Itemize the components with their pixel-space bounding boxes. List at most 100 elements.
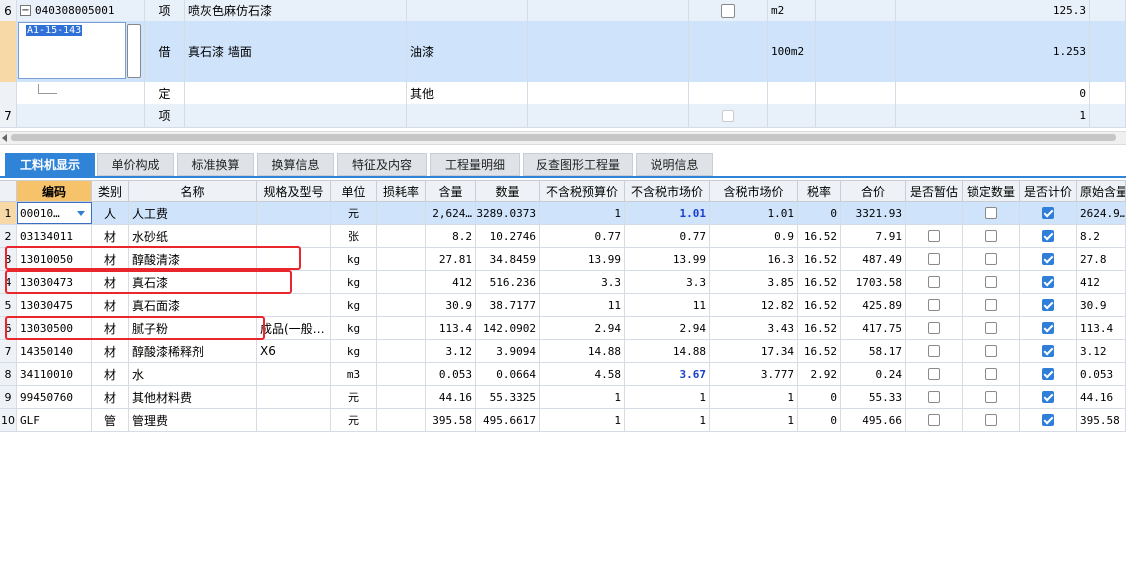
scrollbar-thumb[interactable] xyxy=(11,134,1116,141)
content-value: 30.9 xyxy=(445,298,473,312)
estimate-checkbox[interactable] xyxy=(928,391,940,403)
col-name[interactable]: 名称 xyxy=(129,181,257,201)
dropdown-arrow-icon[interactable] xyxy=(77,211,85,216)
priced-checkbox[interactable] xyxy=(1042,368,1054,380)
col-original-content[interactable]: 原始含量 xyxy=(1077,181,1126,201)
row-number: 2 xyxy=(4,229,12,243)
lock-checkbox[interactable] xyxy=(985,345,997,357)
col-loss-rate[interactable]: 损耗率 xyxy=(377,181,426,201)
total-price: 495.66 xyxy=(862,413,902,427)
table-row[interactable]: 9 99450760 材 其他材料费 元 44.16 55.3325 1 1 1 0 55.33 44.… xyxy=(0,386,1126,409)
upper-row-7[interactable]: 7 项 1 xyxy=(0,104,1126,128)
priced-checkbox[interactable] xyxy=(1042,207,1054,219)
table-row[interactable]: 10 GLF 管管理费元 395.58 495.6617 1 1 1 0 495.66 395.58 xyxy=(0,409,1126,432)
table-row[interactable]: 2 03134011 材 水砂纸 张 8.2 10.2746 0.77 0.77 0.9 16.52… xyxy=(0,225,1126,248)
horizontal-scrollbar[interactable] xyxy=(0,131,1126,145)
content-value: 395.58 xyxy=(432,413,472,427)
table-row[interactable]: 1 00010… 人 人工费 元 2,624… 3289.0373 1 1.01 1.01 0 332… xyxy=(0,202,1126,225)
material-spec: 成品(一般… xyxy=(260,321,325,336)
col-market-price-tax[interactable]: 含税市场价 xyxy=(710,181,798,201)
total-price: 1703.58 xyxy=(855,275,902,289)
material-code[interactable]: 14350140 xyxy=(20,345,73,358)
priced-checkbox[interactable] xyxy=(1042,299,1054,311)
lock-checkbox[interactable] xyxy=(985,276,997,288)
tab-unit-price[interactable]: 单价构成 xyxy=(97,153,174,176)
col-budget-price[interactable]: 不含税预算价 xyxy=(540,181,625,201)
priced-checkbox[interactable] xyxy=(1042,414,1054,426)
priced-checkbox[interactable] xyxy=(1042,253,1054,265)
tab-material-display[interactable]: 工料机显示 xyxy=(5,153,95,176)
estimate-checkbox[interactable] xyxy=(928,345,940,357)
budget-price: 1 xyxy=(614,413,621,427)
item-name: 喷灰色麻仿石漆 xyxy=(185,0,407,21)
tab-conversion-info[interactable]: 换算信息 xyxy=(257,153,334,176)
estimate-checkbox[interactable] xyxy=(928,368,940,380)
estimate-checkbox[interactable] xyxy=(928,322,940,334)
col-content[interactable]: 含量 xyxy=(426,181,476,201)
col-unit[interactable]: 单位 xyxy=(331,181,377,201)
row-number: 6 xyxy=(0,0,17,21)
estimate-checkbox[interactable] xyxy=(928,230,940,242)
col-lock-quantity[interactable]: 锁定数量 xyxy=(963,181,1020,201)
collapse-icon[interactable]: − xyxy=(20,5,31,16)
tab-description[interactable]: 说明信息 xyxy=(636,153,713,176)
col-tax-rate[interactable]: 税率 xyxy=(798,181,841,201)
priced-checkbox[interactable] xyxy=(1042,276,1054,288)
priced-checkbox[interactable] xyxy=(1042,391,1054,403)
estimate-checkbox[interactable] xyxy=(928,414,940,426)
priced-checkbox[interactable] xyxy=(1042,230,1054,242)
tab-standard-conversion[interactable]: 标准换算 xyxy=(177,153,254,176)
table-row[interactable]: 5 13030475 材 真石面漆 kg 30.9 38.7177 11 11 12.82 16.5… xyxy=(0,294,1126,317)
tab-graphic-quantity[interactable]: 反查图形工程量 xyxy=(523,153,633,176)
material-code[interactable]: 03134011 xyxy=(20,230,73,243)
lock-checkbox[interactable] xyxy=(985,322,997,334)
material-code[interactable]: 99450760 xyxy=(20,391,73,404)
upper-row-selected[interactable]: A1-15-143 借 真石漆 墙面 油漆 100m2 1.253 xyxy=(0,21,1126,83)
estimate-checkbox[interactable] xyxy=(928,299,940,311)
priced-checkbox[interactable] xyxy=(1042,345,1054,357)
lock-checkbox[interactable] xyxy=(985,299,997,311)
ellipsis-button[interactable] xyxy=(127,24,141,78)
col-quantity[interactable]: 数量 xyxy=(476,181,540,201)
table-row[interactable]: 7 14350140 材 醇酸漆稀释剂 X6 kg 3.12 3.9094 14.88 14.88… xyxy=(0,340,1126,363)
material-code[interactable]: 00010… xyxy=(20,207,60,220)
item-checkbox[interactable] xyxy=(721,3,735,18)
lock-checkbox[interactable] xyxy=(985,253,997,265)
table-row[interactable]: 8 34110010 材 水 m3 0.053 0.0664 4.58 3.67 3.777 2.9… xyxy=(0,363,1126,386)
item-type: 借 xyxy=(145,21,185,82)
upper-row-6[interactable]: 6 − 040308005001 项 喷灰色麻仿石漆 m2 125.3 xyxy=(0,0,1126,22)
material-code[interactable]: 34110010 xyxy=(20,368,73,381)
material-category: 材 xyxy=(103,390,116,405)
lock-checkbox[interactable] xyxy=(985,207,997,219)
col-is-estimate[interactable]: 是否暂估 xyxy=(906,181,963,201)
col-spec[interactable]: 规格及型号 xyxy=(257,181,331,201)
tab-features[interactable]: 特征及内容 xyxy=(337,153,427,176)
material-name: 真石面漆 xyxy=(132,298,181,313)
material-code[interactable]: 13030475 xyxy=(20,299,73,312)
upper-row-sub[interactable]: 定 其他 0 xyxy=(0,82,1126,105)
item-checkbox[interactable] xyxy=(722,109,734,122)
priced-checkbox[interactable] xyxy=(1042,322,1054,334)
quantity-value: 38.7177 xyxy=(489,298,536,312)
scroll-left-icon[interactable] xyxy=(2,134,7,142)
col-is-priced[interactable]: 是否计价 xyxy=(1020,181,1077,201)
tab-quantity-detail[interactable]: 工程量明细 xyxy=(430,153,520,176)
quantity-value: 142.0902 xyxy=(483,321,536,335)
row-number: 8 xyxy=(4,367,12,381)
market-price: 1 xyxy=(699,413,706,427)
col-code[interactable]: 编码 xyxy=(17,181,92,201)
lock-checkbox[interactable] xyxy=(985,368,997,380)
material-code[interactable]: GLF xyxy=(20,414,40,427)
item-qty: 1.253 xyxy=(896,21,1090,82)
estimate-checkbox[interactable] xyxy=(928,253,940,265)
col-total[interactable]: 合价 xyxy=(841,181,906,201)
lock-checkbox[interactable] xyxy=(985,230,997,242)
total-price: 417.75 xyxy=(862,321,902,335)
col-category[interactable]: 类别 xyxy=(92,181,129,201)
lock-checkbox[interactable] xyxy=(985,414,997,426)
original-content: 3.12 xyxy=(1080,344,1107,358)
lock-checkbox[interactable] xyxy=(985,391,997,403)
code-editor[interactable]: A1-15-143 xyxy=(18,22,126,79)
col-market-price[interactable]: 不含税市场价 xyxy=(625,181,710,201)
estimate-checkbox[interactable] xyxy=(928,276,940,288)
